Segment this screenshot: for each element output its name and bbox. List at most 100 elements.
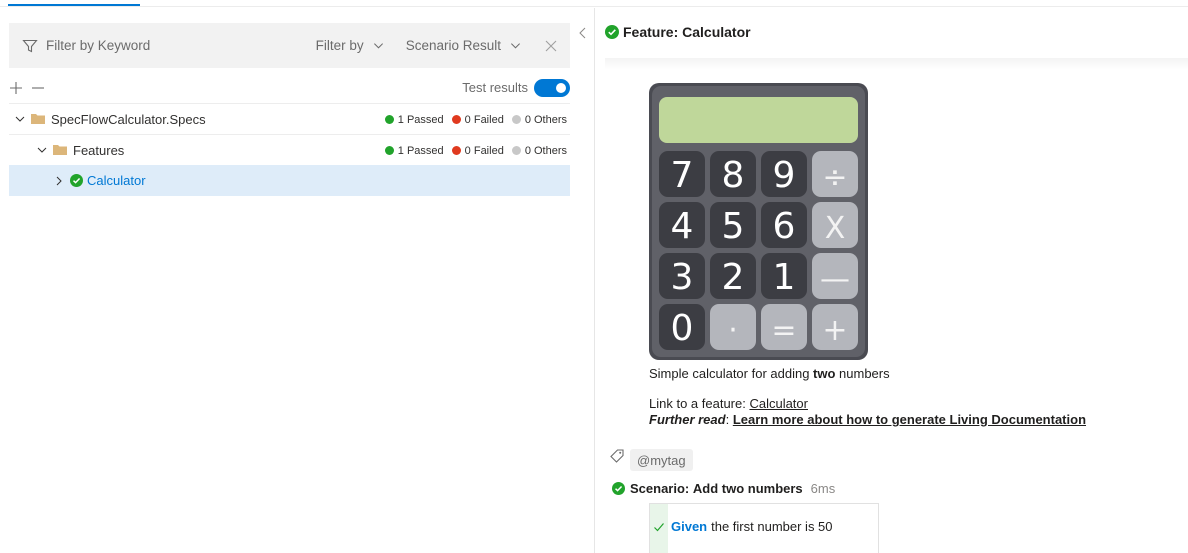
pane-splitter[interactable]: [594, 8, 595, 553]
filter-by-dropdown[interactable]: Filter by: [316, 38, 384, 53]
failed-count: 0 Failed: [464, 113, 504, 126]
passed-stat: 1 Passed: [384, 144, 444, 157]
top-divider: [0, 6, 1188, 7]
expand-all-plus-icon[interactable]: [9, 81, 23, 95]
feature-tree: SpecFlowCalculator.Specs 1 Passed 0 Fail…: [9, 103, 570, 196]
calculator-key-label: ·: [728, 313, 738, 348]
failed-count: 0 Failed: [464, 144, 504, 157]
step-text: the first number is 50: [711, 519, 833, 534]
calculator-key-label: 5: [722, 206, 745, 247]
passed-check-icon: [70, 174, 83, 187]
header-shadow: [605, 58, 1188, 70]
others-count: 0 Others: [524, 113, 567, 126]
calculator-key-label: 1: [773, 257, 796, 298]
others-stat: 0 Others: [511, 144, 567, 157]
scenario-duration: 6ms: [810, 481, 836, 496]
collapse-all-minus-icon[interactable]: [31, 81, 45, 95]
passed-dot-icon: [384, 115, 394, 124]
filter-by-label: Filter by: [315, 38, 364, 53]
passed-count: 1 Passed: [397, 113, 444, 126]
tree-row-features-folder[interactable]: Features 1 Passed 0 Failed 0 Others: [9, 134, 570, 165]
description-text-end: numbers: [835, 366, 890, 381]
passed-stat: 1 Passed: [384, 113, 444, 126]
step-keyword: Given: [671, 519, 708, 534]
scenario-steps: Given the first number is 50: [649, 503, 879, 553]
calculator-key-label: 9: [773, 155, 796, 196]
chevron-down-icon[interactable]: [15, 114, 25, 124]
passed-check-icon: [605, 25, 619, 39]
further-read-label: Further read: [649, 412, 726, 427]
feature-link-line: Link to a feature: Calculator: [649, 396, 808, 411]
others-stat: 0 Others: [511, 113, 567, 126]
calculator-illustration: 7 8 9 ÷ 4 5 6 X 3 2 1 — 0 · = +: [649, 83, 868, 360]
feature-header: Feature: Calculator: [605, 24, 751, 40]
calculator-key-label: 4: [671, 206, 694, 247]
chevron-right-icon[interactable]: [54, 176, 64, 186]
tree-item-label: Calculator: [87, 173, 146, 188]
scenario-result-dropdown[interactable]: Scenario Result: [406, 38, 521, 53]
calculator-key-label: 8: [722, 155, 745, 196]
calculator-key-label: ÷: [822, 160, 847, 195]
passed-check-icon: [612, 482, 625, 495]
further-read-line: Further read: Learn more about how to ge…: [649, 412, 1086, 427]
calculator-key-label: 7: [671, 155, 694, 196]
chevron-down-icon[interactable]: [37, 145, 47, 155]
tree-row-specs-project[interactable]: SpecFlowCalculator.Specs 1 Passed 0 Fail…: [9, 103, 570, 134]
feature-label: Feature:: [623, 24, 679, 40]
calculator-key-label: +: [822, 313, 847, 348]
feature-title: Calculator: [682, 24, 751, 40]
scenario-result-label: Scenario Result: [405, 38, 501, 53]
failed-dot-icon: [451, 146, 461, 155]
others-count: 0 Others: [524, 144, 567, 157]
feature-description: Simple calculator for adding two numbers: [649, 366, 890, 381]
tag-icon: [610, 449, 624, 463]
calculator-display: [659, 97, 858, 143]
calculator-key-label: X: [825, 211, 846, 246]
scenario-title: Add two numbers: [692, 481, 803, 496]
test-results-toggle[interactable]: [534, 78, 570, 97]
failed-stat: 0 Failed: [451, 113, 504, 126]
scenario-header[interactable]: Scenario: Add two numbers 6ms: [612, 481, 835, 496]
description-bold: two: [813, 366, 836, 381]
living-documentation-link[interactable]: Learn more about how to generate Living …: [733, 412, 1086, 427]
result-stats: 1 Passed 0 Failed 0 Others: [384, 104, 567, 135]
others-dot-icon: [511, 146, 521, 155]
link-prefix: Link to a feature:: [649, 396, 750, 411]
calculator-key-label: =: [771, 313, 796, 348]
failed-dot-icon: [451, 115, 461, 124]
others-dot-icon: [511, 115, 521, 124]
passed-dot-icon: [384, 146, 394, 155]
folder-icon: [53, 145, 67, 155]
tree-item-label: Features: [73, 142, 125, 158]
chevron-down-icon: [373, 43, 383, 49]
calculator-key-label: —: [820, 262, 850, 297]
step-row: Given the first number is 50: [653, 519, 833, 534]
filter-bar: Filter by Keyword Filter by Scenario Res…: [9, 23, 570, 68]
calculator-feature-link[interactable]: Calculator: [749, 396, 808, 411]
tag-text: @mytag: [637, 452, 686, 468]
calculator-key-label: 2: [722, 257, 745, 298]
tree-row-calculator-feature[interactable]: Calculator: [9, 165, 570, 196]
clear-filter-close-icon[interactable]: [545, 40, 557, 52]
test-results-label: Test results: [462, 80, 528, 95]
expand-collapse-controls: [9, 81, 45, 95]
folder-icon: [31, 114, 45, 124]
calculator-key-label: 3: [671, 257, 694, 298]
passed-count: 1 Passed: [397, 144, 444, 157]
keyword-filter-input[interactable]: Filter by Keyword: [46, 38, 294, 53]
filter-funnel-icon: [22, 39, 38, 52]
step-check-icon: [654, 522, 664, 531]
tree-toolbar: Test results: [9, 75, 570, 100]
tag-chip[interactable]: @mytag: [630, 449, 693, 471]
failed-stat: 0 Failed: [451, 144, 504, 157]
scenario-label: Scenario:: [630, 481, 690, 496]
collapse-pane-chevron-left-icon[interactable]: [578, 26, 588, 40]
calculator-key-label: 6: [773, 206, 796, 247]
calculator-key-label: 0: [671, 308, 694, 349]
further-read-sep: :: [725, 412, 733, 427]
chevron-down-icon: [511, 43, 520, 49]
tree-item-label: SpecFlowCalculator.Specs: [51, 111, 206, 127]
description-text: Simple calculator for adding: [649, 366, 814, 381]
toggle-knob: [556, 82, 566, 93]
result-stats: 1 Passed 0 Failed 0 Others: [384, 135, 567, 166]
